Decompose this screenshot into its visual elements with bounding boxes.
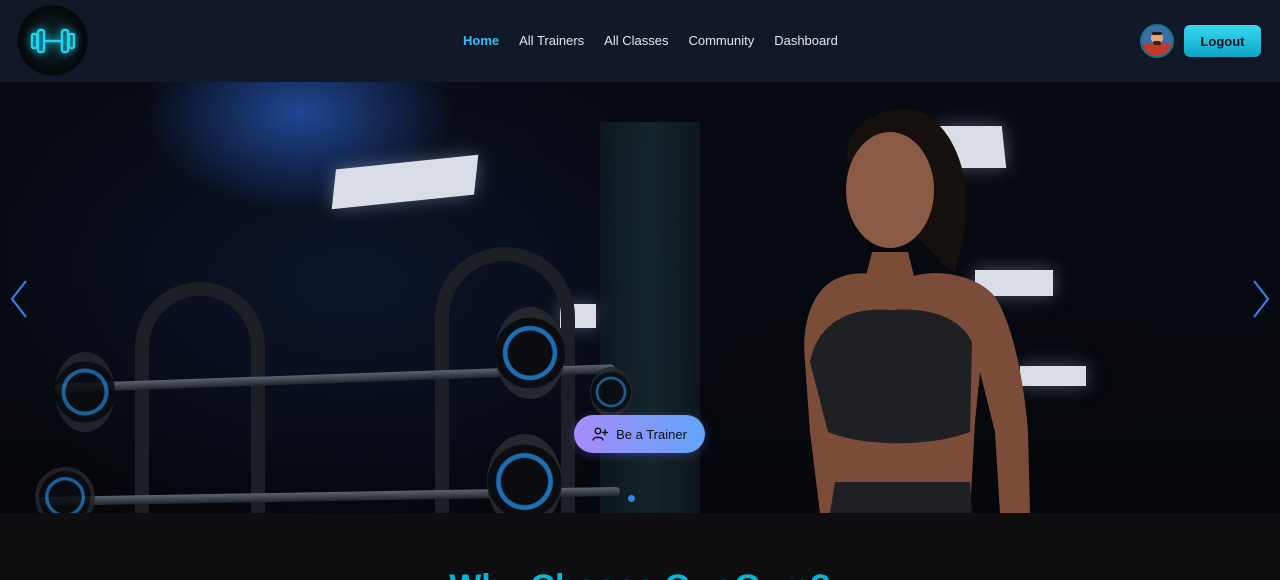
main-nav: Home All Trainers All Classes Community …: [463, 32, 858, 50]
avatar-portrait-icon: [1142, 26, 1172, 56]
slider-prev-button[interactable]: [4, 277, 34, 321]
why-choose-section: Why Choose Our Gym?: [0, 513, 1280, 580]
user-avatar[interactable]: [1140, 24, 1174, 58]
nav-link-dashboard[interactable]: Dashboard: [774, 32, 838, 50]
logout-button[interactable]: Logout: [1184, 25, 1261, 57]
chevron-right-icon: [1253, 280, 1270, 318]
slider-dot-active[interactable]: [628, 495, 635, 502]
be-a-trainer-label: Be a Trainer: [616, 426, 687, 442]
dumbbell-icon: [30, 28, 75, 53]
user-plus-icon: [592, 427, 609, 441]
hero-slider: Be a Trainer: [0, 82, 1280, 513]
nav-link-all-trainers[interactable]: All Trainers: [519, 32, 584, 50]
nav-link-community[interactable]: Community: [688, 32, 754, 50]
chevron-left-icon: [10, 280, 27, 318]
section-title: Why Choose Our Gym?: [0, 567, 1280, 580]
site-logo[interactable]: [18, 6, 87, 75]
slider-next-button[interactable]: [1246, 277, 1276, 321]
nav-link-all-classes[interactable]: All Classes: [604, 32, 668, 50]
nav-link-home[interactable]: Home: [463, 32, 499, 50]
be-a-trainer-button[interactable]: Be a Trainer: [574, 415, 705, 453]
top-navbar: Home All Trainers All Classes Community …: [0, 0, 1280, 82]
